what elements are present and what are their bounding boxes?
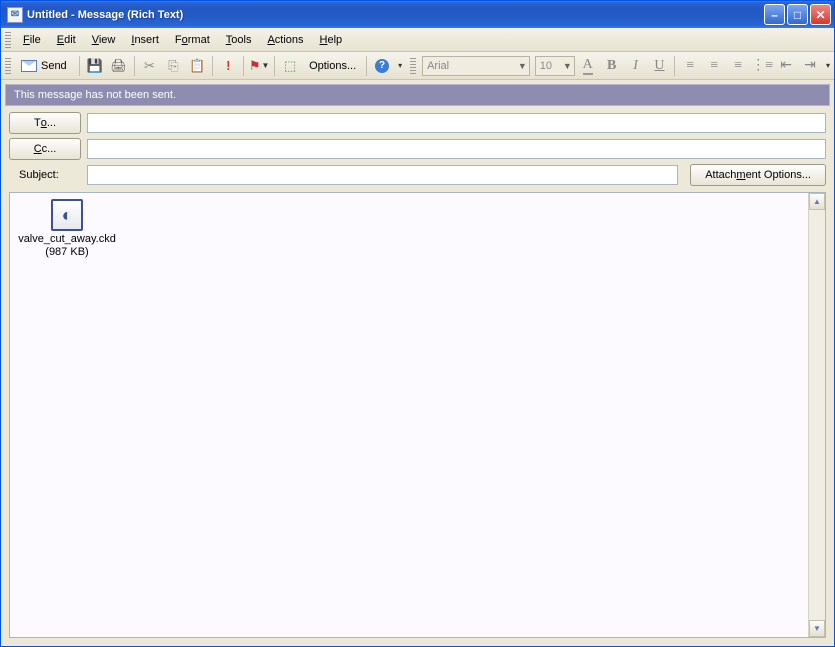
font-name-select[interactable]: Arial ▼ xyxy=(422,56,530,76)
increase-indent-icon: ⇥ xyxy=(804,57,816,74)
menu-insert[interactable]: Insert xyxy=(123,31,167,49)
window-title: Untitled - Message (Rich Text) xyxy=(27,9,764,21)
menu-help[interactable]: Help xyxy=(312,31,351,49)
attachment-options-button[interactable]: Attachment Options... xyxy=(690,164,826,186)
maximize-button[interactable]: □ xyxy=(787,4,808,25)
menu-format[interactable]: Format xyxy=(167,31,218,49)
cc-button[interactable]: Cc... xyxy=(9,138,81,160)
menu-edit[interactable]: Edit xyxy=(49,31,84,49)
toolbar-gripper-1[interactable] xyxy=(5,58,11,74)
menu-tools[interactable]: Tools xyxy=(218,31,260,49)
attachment-filesize: (987 KB) xyxy=(16,246,118,259)
bullets-button[interactable]: ⋮≡ xyxy=(751,55,773,77)
print-icon: 🖨 xyxy=(110,58,127,74)
paste-icon: 📋 xyxy=(189,58,205,74)
send-icon xyxy=(21,60,37,72)
cut-button[interactable]: ✂ xyxy=(139,55,161,77)
align-center-button[interactable]: ≡ xyxy=(703,55,725,77)
menu-file[interactable]: File xyxy=(15,31,49,49)
vertical-scrollbar[interactable]: ▲ ▼ xyxy=(808,193,825,637)
help-icon: ? xyxy=(375,59,389,73)
attachment-filename: valve_cut_away.ckd xyxy=(16,233,118,246)
toolbar-separator xyxy=(212,56,213,76)
attachment-file-icon: ◐ xyxy=(51,199,83,231)
options-label: Options... xyxy=(309,60,356,72)
align-left-icon: ≡ xyxy=(686,58,694,74)
send-button[interactable]: Send xyxy=(17,55,75,77)
copy-icon: ⎘ xyxy=(168,58,178,74)
subject-input[interactable] xyxy=(87,165,678,185)
scroll-track[interactable] xyxy=(809,210,825,620)
bold-icon: B xyxy=(607,58,616,74)
account-icon: ⬚ xyxy=(284,58,296,74)
italic-icon: I xyxy=(633,58,638,74)
align-left-button[interactable]: ≡ xyxy=(679,55,701,77)
message-window: ✉ Untitled - Message (Rich Text) – □ ✕ F… xyxy=(0,0,835,647)
menubar-gripper[interactable] xyxy=(5,32,11,48)
underline-button[interactable]: U xyxy=(649,55,671,77)
print-button[interactable]: 🖨 xyxy=(108,55,130,77)
address-area: To... Cc... Subject: Attachment Options.… xyxy=(1,110,834,188)
importance-high-icon: ! xyxy=(226,58,230,73)
flag-icon: ⚑ xyxy=(249,58,261,74)
align-center-icon: ≡ xyxy=(710,58,718,74)
copy-button[interactable]: ⎘ xyxy=(162,55,184,77)
app-icon: ✉ xyxy=(7,7,23,23)
toolbar-separator xyxy=(674,56,675,76)
font-size-select[interactable]: 10 ▼ xyxy=(535,56,575,76)
flag-button[interactable]: ⚑▼ xyxy=(248,55,270,77)
info-text: This message has not been sent. xyxy=(14,89,176,101)
font-size-value: 10 xyxy=(540,60,552,72)
to-button[interactable]: To... xyxy=(9,112,81,134)
menu-bar: File Edit View Insert Format Tools Actio… xyxy=(1,28,834,52)
paste-button[interactable]: 📋 xyxy=(186,55,208,77)
toolbar-separator xyxy=(243,56,244,76)
scroll-down-button[interactable]: ▼ xyxy=(809,620,825,637)
toolbar-separator xyxy=(134,56,135,76)
font-name-value: Arial xyxy=(427,60,449,72)
bullets-icon: ⋮≡ xyxy=(751,57,773,74)
title-bar[interactable]: ✉ Untitled - Message (Rich Text) – □ ✕ xyxy=(1,1,834,28)
help-button[interactable]: ? xyxy=(371,55,393,77)
align-right-button[interactable]: ≡ xyxy=(727,55,749,77)
chevron-down-icon: ▼ xyxy=(563,61,572,71)
toolbar-separator xyxy=(366,56,367,76)
format-toolbar-overflow[interactable]: ▾ xyxy=(826,61,830,70)
decrease-indent-button[interactable]: ⇤ xyxy=(775,55,797,77)
cut-icon: ✂ xyxy=(144,58,155,74)
save-button[interactable]: 💾 xyxy=(84,55,106,77)
increase-indent-button[interactable]: ⇥ xyxy=(799,55,821,77)
chevron-down-icon: ▼ xyxy=(518,61,527,71)
menu-actions[interactable]: Actions xyxy=(259,31,311,49)
options-button[interactable]: Options... xyxy=(303,55,362,77)
chevron-down-icon: ▼ xyxy=(262,61,270,70)
close-button[interactable]: ✕ xyxy=(810,4,831,25)
standard-toolbar: Send 💾 🖨 ✂ ⎘ 📋 ! ⚑▼ ⬚ Options... ? ▾ Ari… xyxy=(1,52,834,80)
font-color-button[interactable]: A xyxy=(577,55,599,77)
decrease-indent-icon: ⇤ xyxy=(780,57,792,74)
font-color-icon: A xyxy=(583,57,593,75)
toolbar-overflow[interactable]: ▾ xyxy=(398,61,402,70)
minimize-button[interactable]: – xyxy=(764,4,785,25)
bold-button[interactable]: B xyxy=(601,55,623,77)
attachment-item[interactable]: ◐ valve_cut_away.ckd (987 KB) xyxy=(14,197,120,261)
send-label: Send xyxy=(41,60,67,72)
attachment-body-area[interactable]: ◐ valve_cut_away.ckd (987 KB) ▲ ▼ xyxy=(9,192,826,638)
toolbar-separator xyxy=(274,56,275,76)
menu-view[interactable]: View xyxy=(84,31,124,49)
save-icon: 💾 xyxy=(87,58,103,74)
italic-button[interactable]: I xyxy=(625,55,647,77)
importance-high-button[interactable]: ! xyxy=(217,55,239,77)
cc-input[interactable] xyxy=(87,139,826,159)
subject-label: Subject: xyxy=(9,169,81,181)
toolbar-separator xyxy=(79,56,80,76)
info-bar: This message has not been sent. xyxy=(5,84,830,106)
scroll-up-button[interactable]: ▲ xyxy=(809,193,825,210)
to-input[interactable] xyxy=(87,113,826,133)
align-right-icon: ≡ xyxy=(734,58,742,74)
underline-icon: U xyxy=(654,58,664,74)
account-button[interactable]: ⬚ xyxy=(279,55,301,77)
toolbar-gripper-2[interactable] xyxy=(410,58,416,74)
